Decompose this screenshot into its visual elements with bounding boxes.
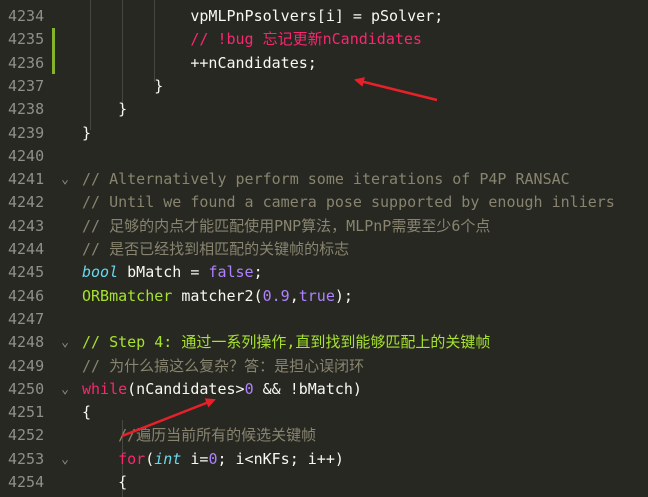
annotation-arrows: [121, 77, 438, 438]
annotation-arrow: [121, 398, 216, 438]
annotation-arrow: [354, 77, 438, 102]
